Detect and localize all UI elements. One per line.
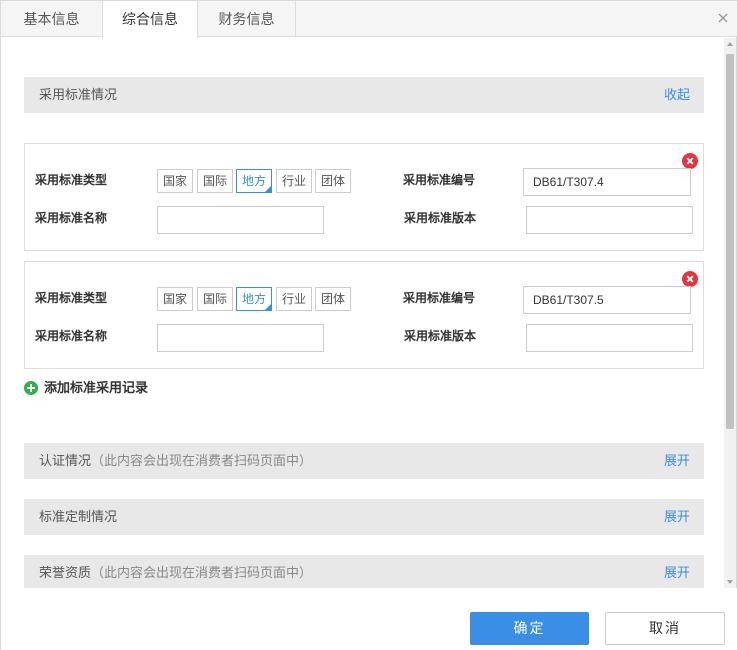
section-title: 标准定制情况 (39, 509, 118, 524)
type-option-group[interactable]: 团体 (315, 287, 351, 311)
type-option-local[interactable]: 地方 (236, 169, 272, 193)
add-record-label: 添加标准采用记录 (44, 380, 149, 395)
section-title: 荣誉资质 (39, 565, 92, 580)
type-option-label: 地方 (241, 174, 266, 188)
section-note: （此内容会出现在消费者扫码页面中） (91, 453, 313, 468)
standard-record: 采用标准类型 国家 国际 地方 行业 团体 采用标准编号 DB61/T307.4… (24, 143, 704, 251)
close-icon[interactable] (716, 11, 730, 25)
name-input[interactable] (157, 324, 324, 352)
type-option-national[interactable]: 国家 (157, 287, 193, 311)
type-option-industry[interactable]: 行业 (276, 287, 312, 311)
add-circle-icon (24, 381, 38, 395)
type-option-international[interactable]: 国际 (197, 169, 233, 193)
section-standards-adopted: 采用标准情况 收起 (24, 77, 704, 113)
scroll-down-arrow-icon[interactable] (727, 580, 733, 584)
type-option-group[interactable]: 团体 (315, 169, 351, 193)
type-option-international[interactable]: 国际 (197, 287, 233, 311)
dialog-footer: 确定 取消 (1, 588, 737, 650)
tab-bar: 基本信息 综合信息 财务信息 (1, 1, 737, 38)
section-standard-customization: 标准定制情况 展开 (24, 499, 704, 535)
cancel-button[interactable]: 取消 (605, 612, 725, 645)
delete-record-icon[interactable] (682, 153, 698, 169)
vertical-scrollbar[interactable] (724, 38, 736, 588)
version-input[interactable] (526, 206, 693, 234)
content-scroll-area[interactable]: 采用标准情况 收起 采用标准类型 国家 国际 地方 行业 团体 采用标准编号 D… (1, 38, 737, 588)
type-label: 采用标准类型 (35, 291, 108, 305)
section-title: 认证情况 (39, 453, 92, 468)
expand-link[interactable]: 展开 (664, 499, 690, 535)
type-option-national[interactable]: 国家 (157, 169, 193, 193)
version-label: 采用标准版本 (404, 211, 477, 225)
section-note: （此内容会出现在消费者扫码页面中） (91, 565, 313, 580)
collapse-link[interactable]: 收起 (664, 77, 690, 113)
type-option-local[interactable]: 地方 (236, 287, 272, 311)
tab-basic-info[interactable]: 基本信息 (1, 1, 102, 37)
type-option-label: 地方 (241, 292, 266, 306)
scrollbar-thumb[interactable] (726, 54, 734, 429)
confirm-button[interactable]: 确定 (470, 612, 589, 645)
type-option-industry[interactable]: 行业 (276, 169, 312, 193)
section-title: 采用标准情况 (39, 87, 118, 102)
scroll-up-arrow-icon[interactable] (727, 42, 733, 46)
delete-record-icon[interactable] (682, 271, 698, 287)
code-input[interactable]: DB61/T307.4 (523, 168, 691, 196)
selected-corner-icon (264, 303, 272, 311)
code-input[interactable]: DB61/T307.5 (523, 286, 691, 314)
section-honors: 荣誉资质（此内容会出现在消费者扫码页面中） 展开 (24, 555, 704, 588)
code-label: 采用标准编号 (403, 173, 476, 187)
tab-financial-info[interactable]: 财务信息 (198, 1, 296, 37)
expand-link[interactable]: 展开 (664, 555, 690, 588)
code-label: 采用标准编号 (403, 291, 476, 305)
version-input[interactable] (526, 324, 693, 352)
type-label: 采用标准类型 (35, 173, 108, 187)
selected-corner-icon (264, 185, 272, 193)
tab-comprehensive-info[interactable]: 综合信息 (102, 1, 198, 38)
section-certification: 认证情况（此内容会出现在消费者扫码页面中） 展开 (24, 443, 704, 479)
name-label: 采用标准名称 (35, 211, 108, 225)
name-label: 采用标准名称 (35, 329, 108, 343)
dialog: 基本信息 综合信息 财务信息 采用标准情况 收起 采用标准类型 国家 国际 地方… (0, 0, 737, 650)
expand-link[interactable]: 展开 (664, 443, 690, 479)
version-label: 采用标准版本 (404, 329, 477, 343)
name-input[interactable] (157, 206, 324, 234)
standard-record: 采用标准类型 国家 国际 地方 行业 团体 采用标准编号 DB61/T307.5… (24, 261, 704, 369)
